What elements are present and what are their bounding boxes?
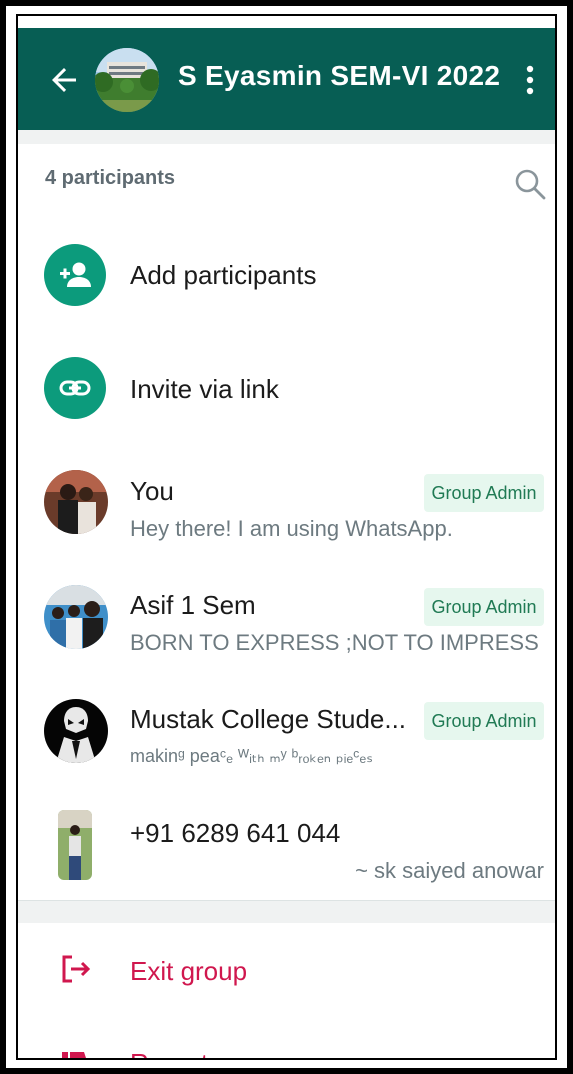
- avatar: [44, 585, 108, 649]
- member-row[interactable]: Asif 1 Sem Group Admin BORN TO EXPRESS ;…: [18, 574, 555, 674]
- member-row[interactable]: You Group Admin Hey there! I am using Wh…: [18, 460, 555, 560]
- member-status: makinᵍ peaᶜₑ ᵂᵢₜₕ ₘʸ ᵇᵣₒₖₑₙ ₚᵢₑᶜₑₛ: [130, 746, 373, 766]
- group-title[interactable]: S Eyasmin SEM-VI 2022: [178, 60, 500, 92]
- section-divider: [18, 900, 555, 923]
- group-admin-badge: Group Admin: [424, 588, 544, 626]
- group-admin-badge: Group Admin: [424, 474, 544, 512]
- link-icon: [44, 357, 106, 419]
- app-bar: S Eyasmin SEM-VI 2022: [18, 28, 555, 130]
- avatar: [44, 699, 108, 763]
- exit-icon[interactable]: [58, 951, 94, 987]
- member-push-name: ~ sk saiyed anowar: [355, 858, 544, 883]
- member-name: Mustak College Stude...: [130, 704, 407, 734]
- header-divider: [18, 130, 555, 144]
- member-status: BORN TO EXPRESS ;NOT TO IMPRESS: [130, 630, 539, 655]
- group-admin-badge: Group Admin: [424, 702, 544, 740]
- thumb-down-icon[interactable]: [60, 1050, 90, 1060]
- add-person-icon: [44, 244, 106, 306]
- report-group-button[interactable]: Report group: [130, 1048, 282, 1058]
- member-name: You: [130, 476, 174, 506]
- avatar: [44, 470, 108, 534]
- participants-count: 4 participants: [45, 167, 176, 189]
- screen: S Eyasmin SEM-VI 2022 4 participants Add…: [16, 14, 557, 1060]
- member-status: Hey there! I am using WhatsApp.: [130, 516, 453, 541]
- member-name: Asif 1 Sem: [130, 590, 256, 620]
- more-vert-icon[interactable]: [518, 62, 542, 98]
- search-icon[interactable]: [512, 166, 548, 202]
- invite-link-label: Invite via link: [130, 374, 279, 404]
- group-avatar[interactable]: [95, 48, 159, 112]
- avatar: [58, 810, 92, 880]
- invite-link-row[interactable]: Invite via link: [18, 350, 555, 430]
- member-row[interactable]: +91 6289 641 044 ~ sk saiyed anowar: [18, 802, 555, 900]
- exit-group-button[interactable]: Exit group: [130, 956, 247, 987]
- member-row[interactable]: Mustak College Stude... Group Admin maki…: [18, 688, 555, 788]
- arrow-left-icon[interactable]: [46, 62, 82, 98]
- add-participants-label: Add participants: [130, 260, 317, 290]
- member-name: +91 6289 641 044: [130, 818, 341, 848]
- phone-frame: S Eyasmin SEM-VI 2022 4 participants Add…: [6, 6, 567, 1068]
- add-participants-row[interactable]: Add participants: [18, 236, 555, 316]
